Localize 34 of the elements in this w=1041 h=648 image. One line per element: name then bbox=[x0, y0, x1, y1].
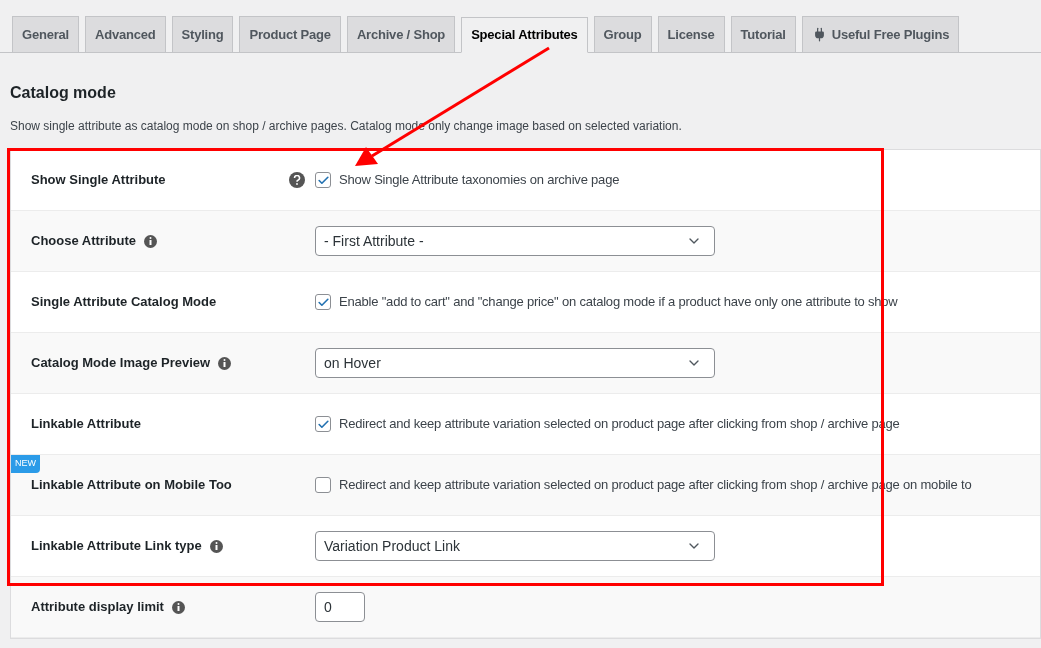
setting-label: Linkable Attribute bbox=[31, 415, 142, 434]
info-icon[interactable] bbox=[209, 539, 223, 553]
setting-label: Single Attribute Catalog Mode bbox=[31, 293, 217, 312]
checkbox-label: Show Single Attribute taxonomies on archive page bbox=[339, 171, 620, 190]
checkbox[interactable] bbox=[315, 172, 331, 188]
tab[interactable]: General bbox=[12, 16, 79, 52]
tab[interactable]: Tutorial bbox=[730, 16, 796, 52]
setting-label: Linkable Attribute on Mobile Too bbox=[31, 476, 232, 495]
tab[interactable]: Product Page bbox=[239, 16, 341, 52]
tab[interactable]: Styling bbox=[171, 16, 234, 52]
tab[interactable]: License bbox=[657, 16, 725, 52]
checkbox[interactable] bbox=[315, 477, 331, 493]
info-icon[interactable] bbox=[143, 234, 157, 248]
info-icon[interactable] bbox=[171, 600, 185, 614]
setting-label: Catalog Mode Image Preview bbox=[31, 354, 211, 373]
tab[interactable]: Group bbox=[593, 16, 652, 52]
help-icon[interactable] bbox=[289, 172, 305, 188]
checkbox[interactable] bbox=[315, 294, 331, 310]
tab[interactable]: Archive / Shop bbox=[346, 16, 456, 52]
tab[interactable]: Useful Free Plugins bbox=[801, 16, 960, 52]
select-dropdown[interactable]: Variation Product Link bbox=[315, 531, 715, 561]
new-badge: NEW bbox=[11, 455, 40, 473]
info-icon[interactable] bbox=[218, 356, 232, 370]
setting-label: Attribute display limit bbox=[31, 598, 164, 617]
checkbox[interactable] bbox=[315, 416, 331, 432]
tab[interactable]: Advanced bbox=[85, 16, 166, 52]
number-input[interactable]: 0 bbox=[315, 592, 365, 622]
tab[interactable]: Special Attributes bbox=[461, 17, 588, 53]
select-dropdown[interactable]: on Hover bbox=[315, 348, 715, 378]
setting-label: Show Single Attribute bbox=[31, 171, 166, 190]
setting-label: Linkable Attribute Link type bbox=[31, 537, 202, 556]
setting-label: Choose Attribute bbox=[31, 232, 136, 251]
select-dropdown[interactable]: - First Attribute - bbox=[315, 226, 715, 256]
section-title: Catalog mode bbox=[10, 83, 117, 103]
